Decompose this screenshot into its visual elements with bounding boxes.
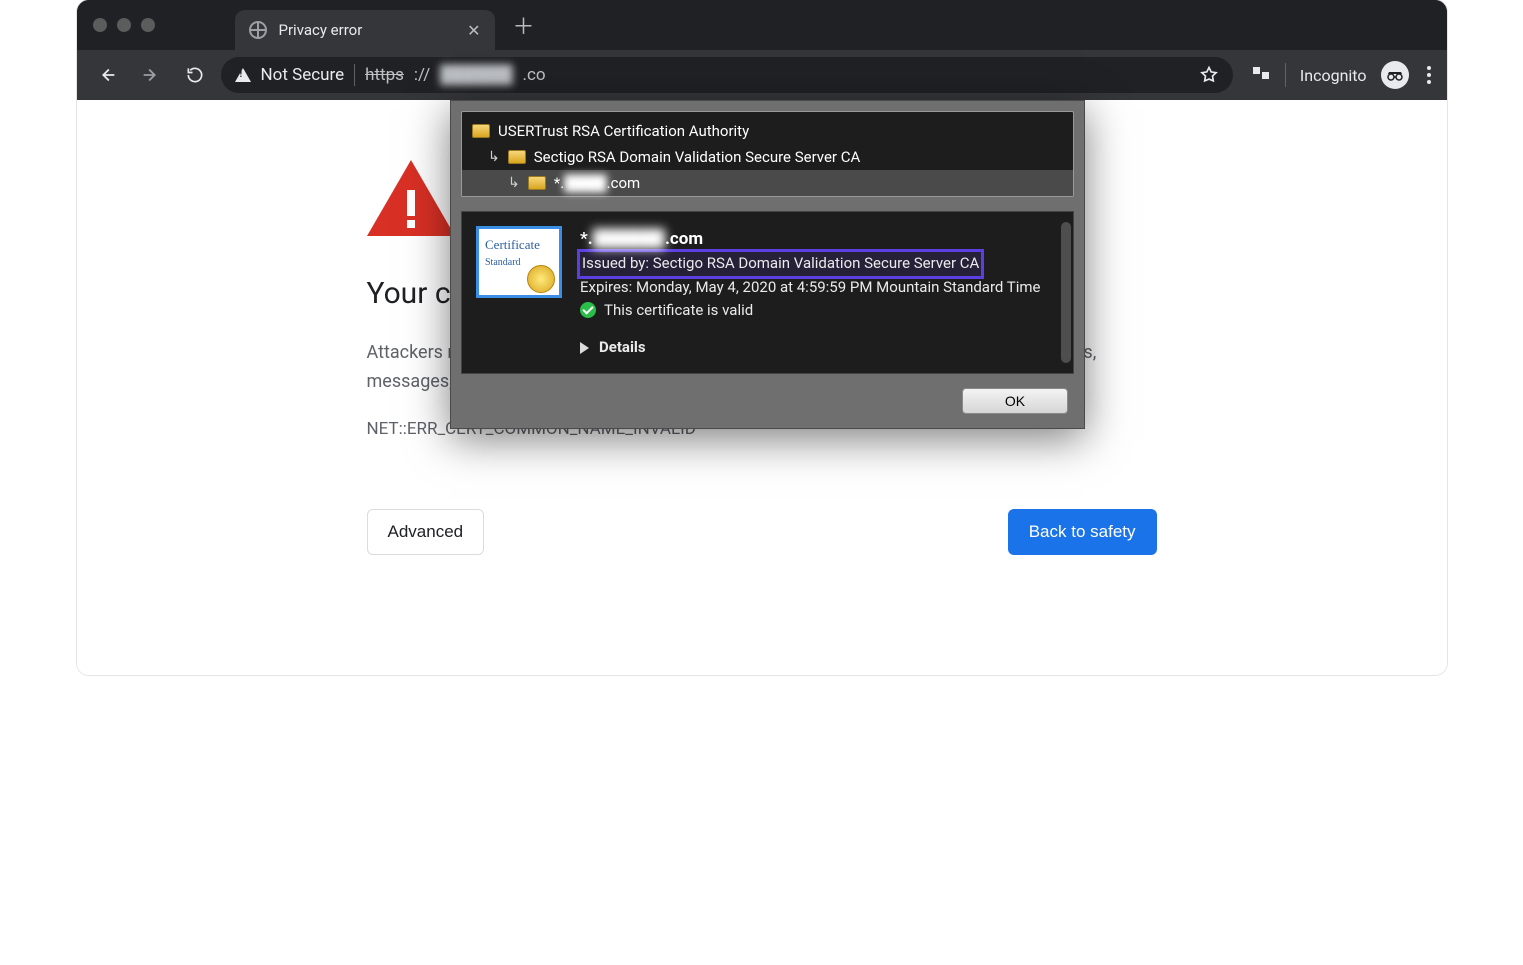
incognito-icon[interactable] bbox=[1381, 61, 1409, 89]
tree-branch-icon: ↳ bbox=[488, 149, 500, 165]
arrow-right-icon bbox=[140, 64, 162, 86]
tab-strip: Privacy error ✕ ＋ bbox=[77, 0, 1447, 50]
certificate-icon bbox=[472, 124, 490, 138]
new-tab-button[interactable]: ＋ bbox=[513, 9, 535, 41]
checkmark-icon bbox=[580, 302, 596, 318]
browser-chrome: Privacy error ✕ ＋ Not Secure https :// ███… bbox=[77, 0, 1447, 100]
details-label: Details bbox=[599, 336, 646, 359]
certificate-detail-panel: Standard *.██████.com Issued by: Sectigo… bbox=[461, 211, 1074, 374]
certificate-info: *.██████.com Issued by: Sectigo RSA Doma… bbox=[580, 226, 1059, 359]
ok-button[interactable]: OK bbox=[962, 388, 1068, 414]
bookmark-star-icon[interactable] bbox=[1199, 65, 1219, 85]
extension-icon[interactable] bbox=[1251, 65, 1271, 85]
advanced-button[interactable]: Advanced bbox=[367, 509, 485, 555]
details-disclosure[interactable]: Details bbox=[580, 336, 1059, 359]
cert-chain-root[interactable]: USERTrust RSA Certification Authority bbox=[462, 118, 1073, 144]
incognito-label: Incognito bbox=[1300, 66, 1367, 85]
certificate-large-icon: Standard bbox=[476, 226, 562, 298]
window-controls[interactable] bbox=[93, 18, 155, 32]
certificate-valid-status: This certificate is valid bbox=[580, 299, 1059, 322]
url-host-redacted: ██████ bbox=[440, 65, 512, 85]
certificate-subject: *.██████.com bbox=[580, 226, 1059, 252]
window-zoom[interactable] bbox=[141, 18, 155, 32]
url-tld: .co bbox=[523, 65, 546, 85]
dialog-footer: OK bbox=[461, 374, 1074, 418]
browser-menu-button[interactable] bbox=[1423, 62, 1435, 88]
disclosure-triangle-icon bbox=[580, 342, 589, 354]
back-button[interactable] bbox=[89, 57, 125, 93]
reload-icon bbox=[185, 65, 205, 85]
certificate-viewer-dialog[interactable]: USERTrust RSA Certification Authority ↳ … bbox=[450, 100, 1085, 429]
cert-chain-leaf[interactable]: ↳ *.████.com bbox=[462, 170, 1073, 196]
address-separator bbox=[354, 64, 355, 86]
back-to-safety-button[interactable]: Back to safety bbox=[1008, 509, 1157, 555]
certificate-icon bbox=[528, 176, 546, 190]
browser-tab[interactable]: Privacy error ✕ bbox=[235, 10, 495, 50]
not-secure-label[interactable]: Not Secure bbox=[261, 65, 345, 85]
tree-branch-icon: ↳ bbox=[508, 175, 520, 191]
not-secure-icon[interactable] bbox=[235, 68, 251, 82]
certificate-icon bbox=[508, 150, 526, 164]
button-row: Advanced Back to safety bbox=[367, 509, 1157, 555]
certificate-issued-by: Issued by: Sectigo RSA Domain Validation… bbox=[580, 252, 981, 275]
cert-chain-intermediate-label: Sectigo RSA Domain Validation Secure Ser… bbox=[534, 148, 861, 166]
cert-chain-root-label: USERTrust RSA Certification Authority bbox=[498, 122, 749, 140]
cert-chain-intermediate[interactable]: ↳ Sectigo RSA Domain Validation Secure S… bbox=[462, 144, 1073, 170]
window-close[interactable] bbox=[93, 18, 107, 32]
globe-icon bbox=[249, 21, 267, 39]
address-bar[interactable]: Not Secure https :// ██████ .co bbox=[221, 57, 1233, 93]
reload-button[interactable] bbox=[177, 57, 213, 93]
scrollbar[interactable] bbox=[1061, 222, 1071, 363]
toolbar-right: Incognito bbox=[1251, 61, 1435, 89]
forward-button[interactable] bbox=[133, 57, 169, 93]
browser-toolbar: Not Secure https :// ██████ .co Incognito bbox=[77, 50, 1447, 100]
certificate-expires: Expires: Monday, May 4, 2020 at 4:59:59 … bbox=[580, 276, 1059, 299]
tab-close-icon[interactable]: ✕ bbox=[467, 21, 480, 40]
toolbar-separator bbox=[1285, 63, 1286, 87]
certificate-chain-list[interactable]: USERTrust RSA Certification Authority ↳ … bbox=[461, 111, 1074, 197]
tab-title: Privacy error bbox=[279, 21, 456, 39]
arrow-left-icon bbox=[96, 64, 118, 86]
window-minimize[interactable] bbox=[117, 18, 131, 32]
warning-triangle-icon bbox=[367, 160, 455, 236]
url-sep: :// bbox=[414, 65, 430, 85]
url-scheme: https bbox=[365, 65, 404, 85]
cert-chain-leaf-label: *.████.com bbox=[554, 174, 640, 192]
